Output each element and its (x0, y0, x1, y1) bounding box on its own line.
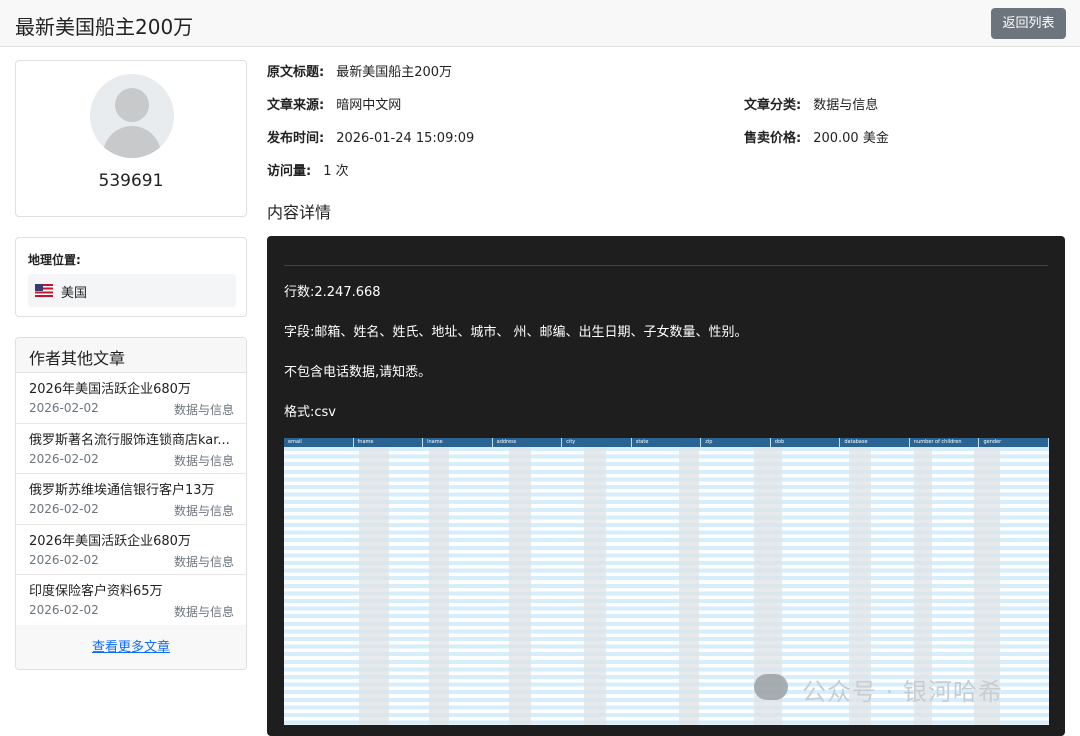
format-line: 格式:csv (284, 405, 336, 420)
category-value: 数据与信息 (813, 98, 879, 113)
article-title[interactable]: 2026年美国活跃企业680万 (29, 378, 235, 397)
price-value: 200.00 美金 (813, 131, 889, 146)
rows-line: 行数:2.247.668 (284, 285, 381, 300)
article-list-item[interactable]: 2026年美国活跃企业680万 2026-02-02 数据与信息 (16, 525, 246, 575)
sheet-column-header: number of children (910, 438, 980, 447)
price-label: 售卖价格: (744, 131, 802, 146)
avatar-head-icon (115, 88, 149, 122)
redaction-blur (359, 447, 389, 725)
published-field: 发布时间: 2026-01-24 15:09:09 (267, 127, 474, 146)
author-id: 539691 (98, 171, 164, 191)
article-list-item[interactable]: 2026年美国活跃企业680万 2026-02-02 数据与信息 (16, 373, 246, 424)
fields-line: 字段:邮箱、姓名、姓氏、地址、城市、 州、邮编、出生日期、子女数量、性别。 (284, 325, 748, 340)
avatar-body-icon (103, 126, 161, 158)
article-category: 数据与信息 (173, 453, 234, 468)
location-country: 美国 (61, 286, 88, 301)
sheet-column-header: fname (354, 438, 424, 447)
price-field: 售卖价格: 200.00 美金 (744, 127, 889, 146)
article-title[interactable]: 印度保险客户资料65万 (29, 580, 235, 599)
visits-field: 访问量: 1 次 (267, 160, 349, 179)
redaction-blur (679, 447, 699, 725)
more-articles-link[interactable]: 查看更多文章 (92, 640, 170, 655)
published-label: 发布时间: (267, 131, 325, 146)
location-box: 美国 (28, 274, 236, 307)
article-date: 2026-02-02 (29, 603, 99, 617)
visits-value: 1 次 (323, 164, 349, 179)
article-category: 数据与信息 (173, 605, 234, 619)
content-divider (284, 265, 1048, 266)
sheet-column-header: city (562, 438, 632, 447)
note-line: 不包含电话数据,请知悉。 (284, 365, 432, 380)
wechat-icon (754, 674, 788, 700)
redaction-blur (509, 447, 531, 725)
top-bar: 最新美国船主200万 返回列表 (0, 0, 1080, 47)
redaction-blur (584, 447, 606, 725)
watermark: 公众号 · 银河哈希 (754, 670, 1054, 706)
article-date: 2026-02-02 (29, 552, 99, 567)
author-profile-card: 539691 (15, 60, 247, 217)
sheet-column-header: zip (701, 438, 771, 447)
published-value: 2026-01-24 15:09:09 (336, 131, 475, 146)
content-heading: 内容详情 (267, 203, 332, 222)
other-articles-heading: 作者其他文章 (16, 338, 246, 373)
original-title-value: 最新美国船主200万 (336, 65, 453, 80)
article-date: 2026-02-02 (29, 451, 99, 466)
sheet-column-header: state (632, 438, 702, 447)
category-field: 文章分类: 数据与信息 (744, 94, 878, 113)
more-articles-footer: 查看更多文章 (16, 625, 246, 669)
us-flag-icon (35, 284, 53, 297)
category-label: 文章分类: (744, 98, 802, 113)
sheet-column-header: lname (423, 438, 493, 447)
article-date: 2026-02-02 (29, 401, 99, 415)
avatar (90, 74, 174, 158)
visits-label: 访问量: (267, 164, 312, 179)
original-title-field: 原文标题: 最新美国船主200万 (267, 61, 452, 80)
article-date: 2026-02-02 (29, 502, 99, 516)
article-list-item[interactable]: 俄罗斯著名流行服饰连锁商店kar... 2026-02-02 数据与信息 (16, 424, 246, 474)
content-panel: 行数:2.247.668 字段:邮箱、姓名、姓氏、地址、城市、 州、邮编、出生日… (267, 236, 1065, 736)
sheet-column-header: dob (771, 438, 841, 447)
redaction-blur (429, 447, 449, 725)
original-title-label: 原文标题: (267, 65, 325, 80)
article-title[interactable]: 俄罗斯著名流行服饰连锁商店kar... (29, 429, 235, 448)
article-list-item[interactable]: 俄罗斯苏维埃通信银行客户13万 2026-02-02 数据与信息 (16, 474, 246, 525)
article-title[interactable]: 2026年美国活跃企业680万 (29, 530, 235, 549)
sheet-column-header: database (840, 438, 910, 447)
article-list-item[interactable]: 印度保险客户资料65万 2026-02-02 数据与信息 (16, 575, 246, 626)
sheet-column-header: address (493, 438, 563, 447)
page-title: 最新美国船主200万 (15, 15, 194, 39)
article-category: 数据与信息 (173, 504, 234, 518)
article-category: 数据与信息 (173, 403, 234, 417)
back-to-list-button[interactable]: 返回列表 (991, 8, 1066, 39)
source-label: 文章来源: (267, 98, 325, 113)
sheet-column-header: gender (979, 438, 1049, 447)
article-category: 数据与信息 (173, 554, 234, 569)
source-value: 暗网中文网 (336, 98, 402, 113)
other-articles-panel: 作者其他文章 2026年美国活跃企业680万 2026-02-02 数据与信息 … (15, 337, 247, 670)
spreadsheet-header: email fname lname address city state zip… (284, 438, 1049, 447)
source-field: 文章来源: 暗网中文网 (267, 94, 401, 113)
location-card: 地理位置: 美国 (15, 237, 247, 317)
article-title[interactable]: 俄罗斯苏维埃通信银行客户13万 (29, 479, 235, 498)
sheet-column-header: email (284, 438, 354, 447)
location-label: 地理位置: (28, 253, 81, 267)
watermark-text: 公众号 · 银河哈希 (802, 678, 1003, 706)
